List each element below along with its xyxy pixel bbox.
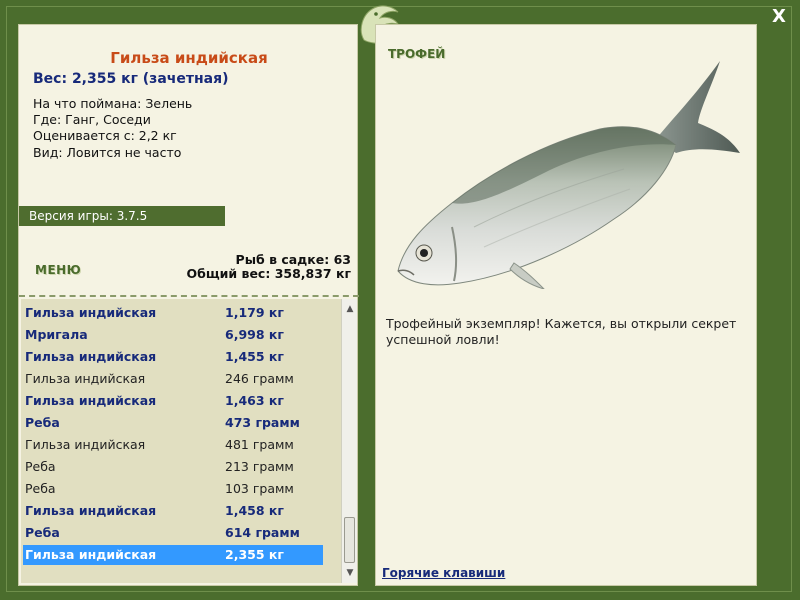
- catch-weight: 481 грамм: [225, 437, 294, 452]
- fish-title: Гильза индийская: [110, 49, 268, 67]
- catch-weight: 473 грамм: [225, 415, 300, 430]
- game-window-frame: X Гильза индийская Вес: 2,355 кг (зачетн…: [0, 0, 800, 600]
- catch-weight: 1,463 кг: [225, 393, 284, 408]
- catch-name: Гильза индийская: [25, 503, 157, 518]
- catch-weight: 6,998 кг: [225, 327, 284, 342]
- catch-weight: 1,455 кг: [225, 349, 284, 364]
- catch-name: Реба: [25, 481, 56, 496]
- scroll-down-icon[interactable]: ▼: [342, 565, 358, 581]
- list-item[interactable]: Реба 103 грамм: [23, 479, 323, 499]
- list-item[interactable]: Гильза индийская 1,455 кг: [23, 347, 323, 367]
- catch-name: Реба: [25, 415, 60, 430]
- list-item[interactable]: Гильза индийская 1,458 кг: [23, 501, 323, 521]
- catch-name: Гильза индийская: [25, 305, 157, 320]
- list-item[interactable]: Гильза индийская 246 грамм: [23, 369, 323, 389]
- catch-name: Гильза индийская: [25, 371, 146, 386]
- catch-list-scrollbar[interactable]: ▲ ▼: [341, 299, 357, 583]
- hotkeys-link[interactable]: Горячие клавиши: [382, 566, 505, 580]
- fish-image: [397, 61, 740, 289]
- list-item[interactable]: Гильза индийская 481 грамм: [23, 435, 323, 455]
- keepnet-count: Рыб в садке: 63: [235, 252, 351, 267]
- catch-weight: 614 грамм: [225, 525, 300, 540]
- fish-bait: На что поймана: Зелень: [33, 96, 193, 111]
- trophy-description: Трофейный экземпляр! Кажется, вы открыли…: [386, 316, 737, 347]
- catch-list[interactable]: Гильза индийская 1,179 кг Мригала 6,998 …: [21, 299, 341, 583]
- keepnet-total-weight: Общий вес: 358,837 кг: [186, 266, 352, 281]
- list-item-selected[interactable]: Гильза индийская 2,355 кг: [23, 545, 323, 565]
- catch-weight: 246 грамм: [225, 371, 294, 386]
- list-item[interactable]: Реба 473 грамм: [23, 413, 323, 433]
- catch-name: Мригала: [25, 327, 88, 342]
- scroll-up-icon[interactable]: ▲: [342, 301, 358, 317]
- menu-button[interactable]: МЕНЮ: [35, 263, 81, 277]
- right-panel: ТРОФЕЙ Трофейный экземпляр! Кажется, вы …: [375, 24, 757, 586]
- fish-rating-threshold: Оценивается с: 2,2 кг: [33, 128, 177, 143]
- catch-name: Гильза индийская: [25, 437, 146, 452]
- catch-name: Гильза индийская: [25, 393, 157, 408]
- catch-weight: 103 грамм: [225, 481, 294, 496]
- close-icon[interactable]: X: [768, 6, 790, 28]
- fish-location: Где: Ганг, Соседи: [33, 112, 151, 127]
- divider: [19, 295, 359, 297]
- list-item[interactable]: Реба 213 грамм: [23, 457, 323, 477]
- left-panel: Гильза индийская Вес: 2,355 кг (зачетная…: [18, 24, 359, 586]
- fish-rarity: Вид: Ловится не часто: [33, 145, 182, 160]
- catch-weight: 213 грамм: [225, 459, 294, 474]
- catch-name: Гильза индийская: [25, 349, 157, 364]
- list-item[interactable]: Реба 614 грамм: [23, 523, 323, 543]
- list-item[interactable]: Мригала 6,998 кг: [23, 325, 323, 345]
- list-item[interactable]: Гильза индийская 1,463 кг: [23, 391, 323, 411]
- scroll-thumb[interactable]: [344, 517, 355, 563]
- catch-name: Гильза индийская: [25, 547, 157, 562]
- fish-weight: Вес: 2,355 кг (зачетная): [33, 71, 229, 87]
- catch-name: Реба: [25, 459, 56, 474]
- list-item[interactable]: Гильза индийская 1,179 кг: [23, 303, 323, 323]
- catch-weight: 1,458 кг: [225, 503, 284, 518]
- catch-name: Реба: [25, 525, 60, 540]
- game-version: Версия игры: 3.7.5: [19, 206, 225, 226]
- catch-weight: 1,179 кг: [225, 305, 284, 320]
- catch-weight: 2,355 кг: [225, 547, 284, 562]
